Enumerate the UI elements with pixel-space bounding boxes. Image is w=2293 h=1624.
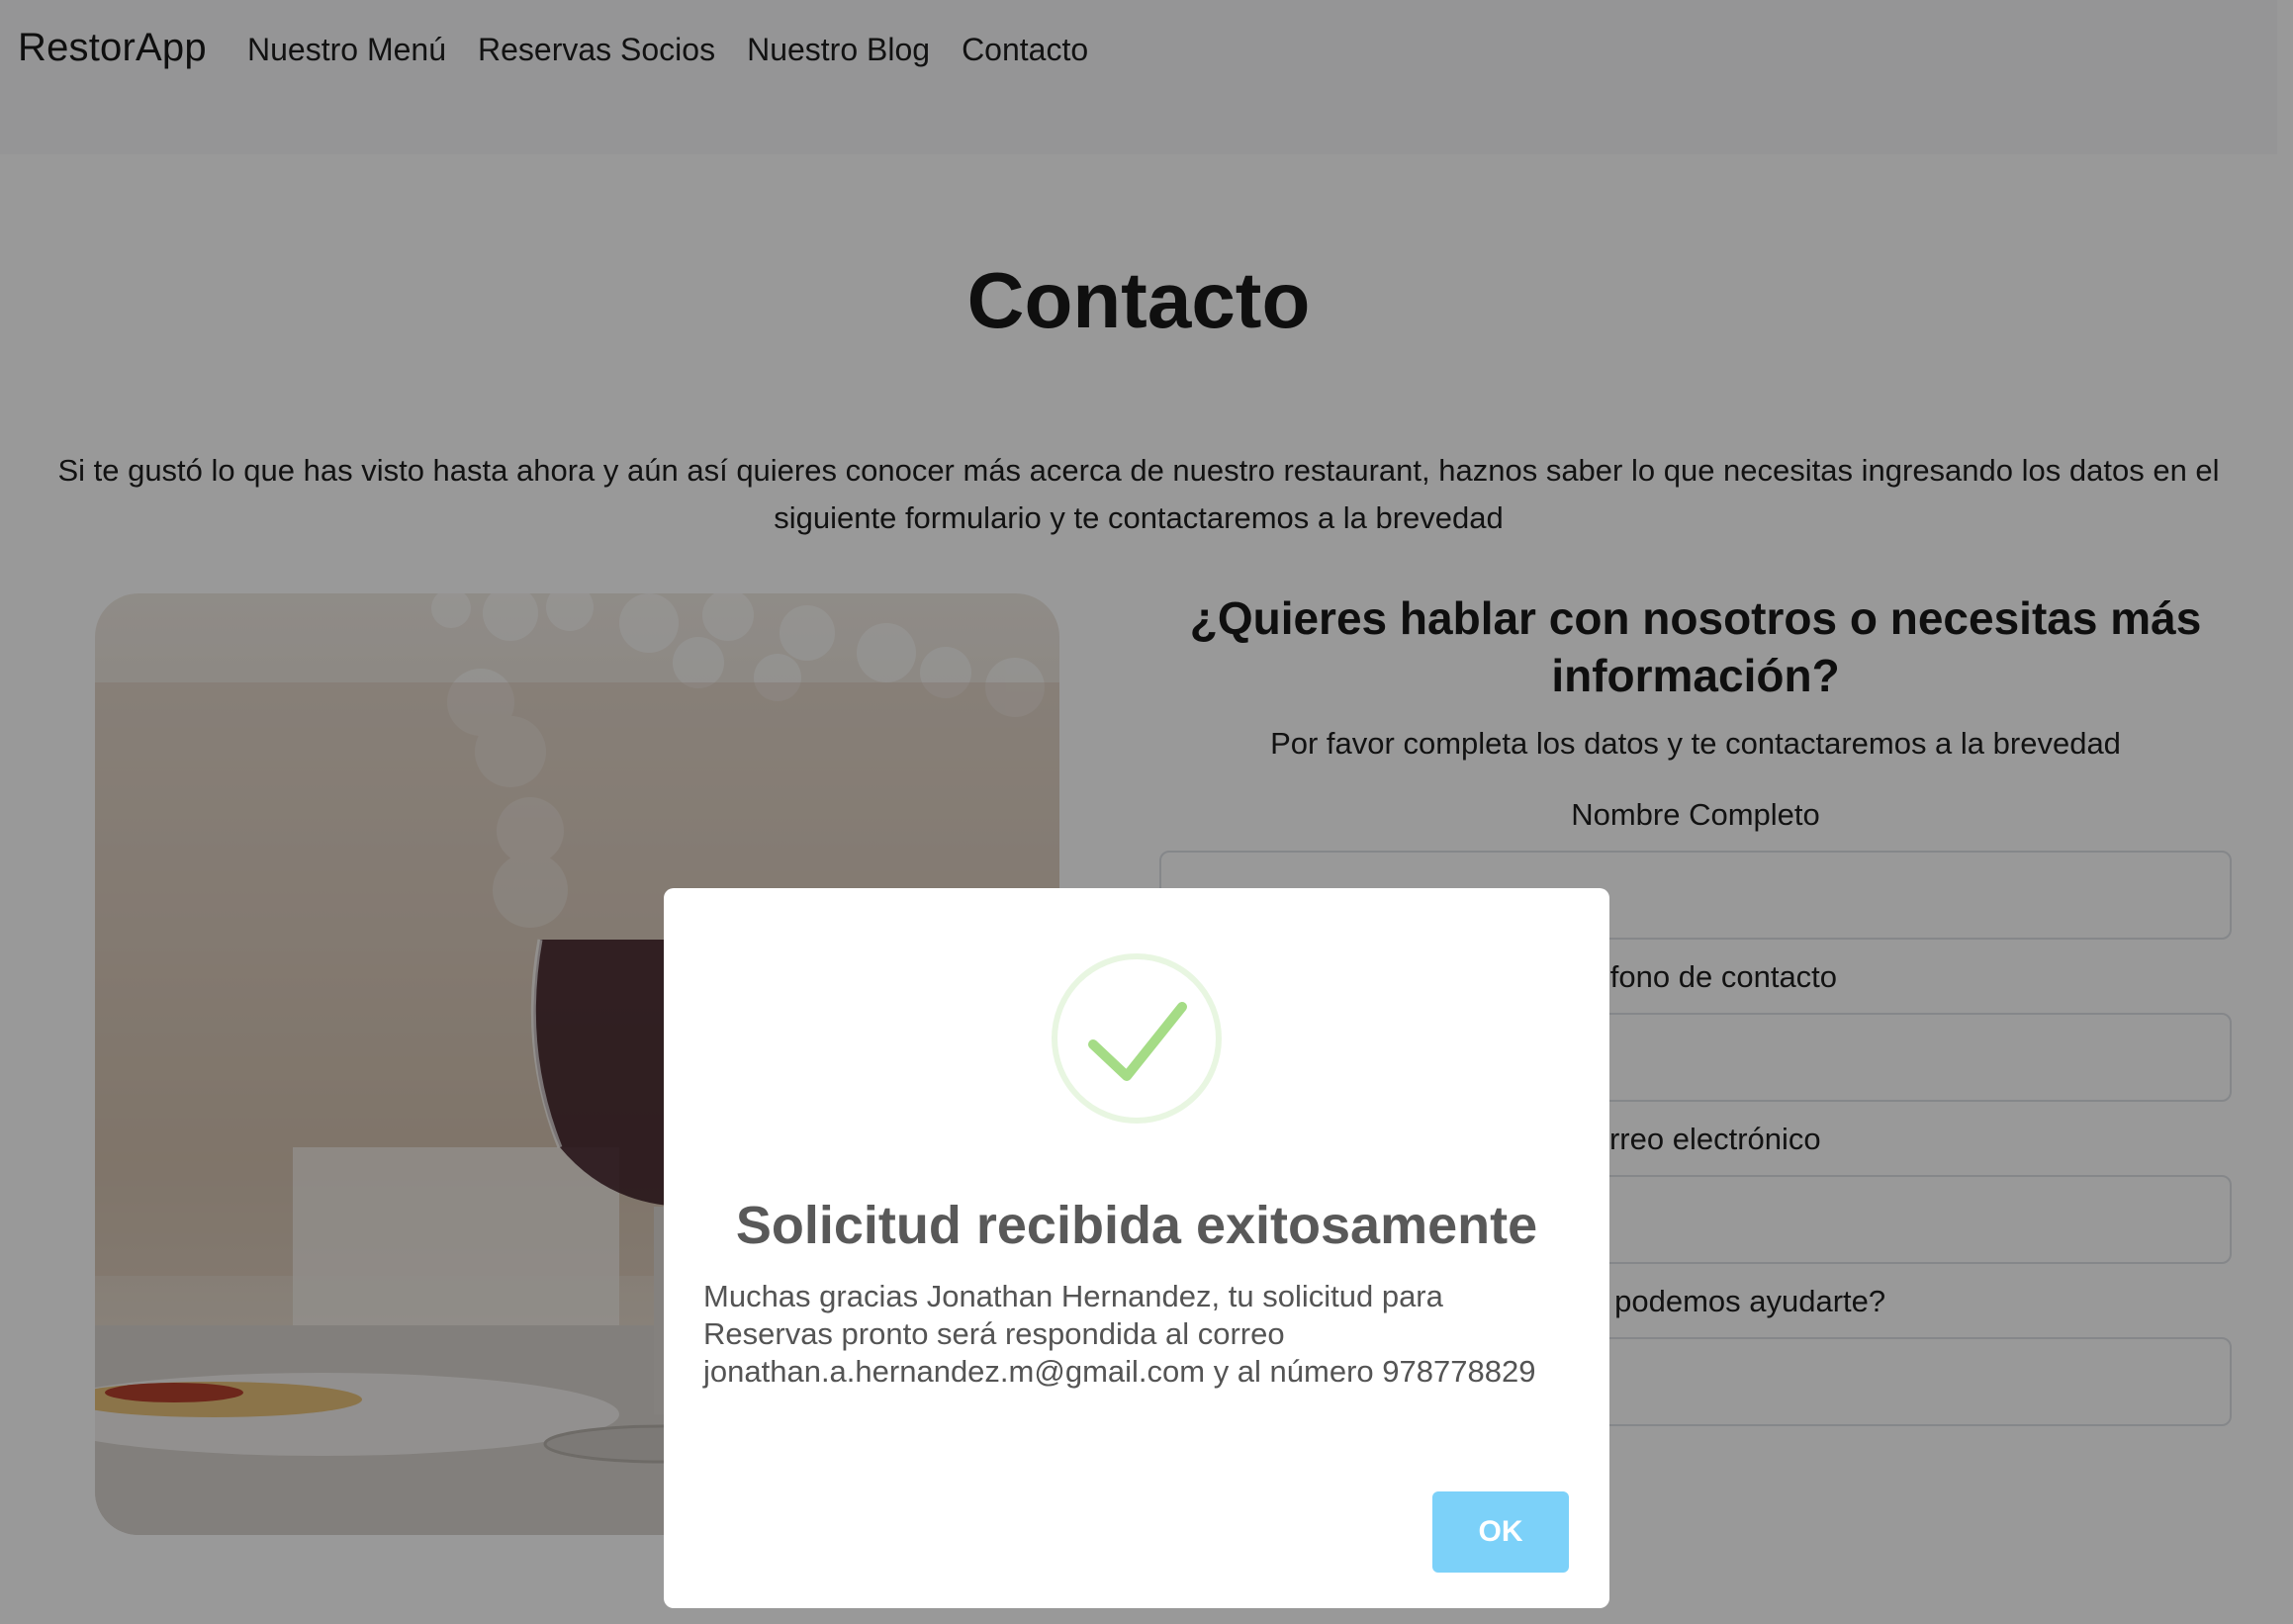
checkmark-icon xyxy=(1050,951,1224,1126)
dialog-title: Solicitud recibida exitosamente xyxy=(735,1196,1538,1255)
dialog-message: Muchas gracias Jonathan Hernandez, tu so… xyxy=(703,1279,1536,1389)
ok-button[interactable]: OK xyxy=(1432,1491,1569,1573)
success-dialog: Solicitud recibida exitosamente Muchas g… xyxy=(664,888,1609,1608)
